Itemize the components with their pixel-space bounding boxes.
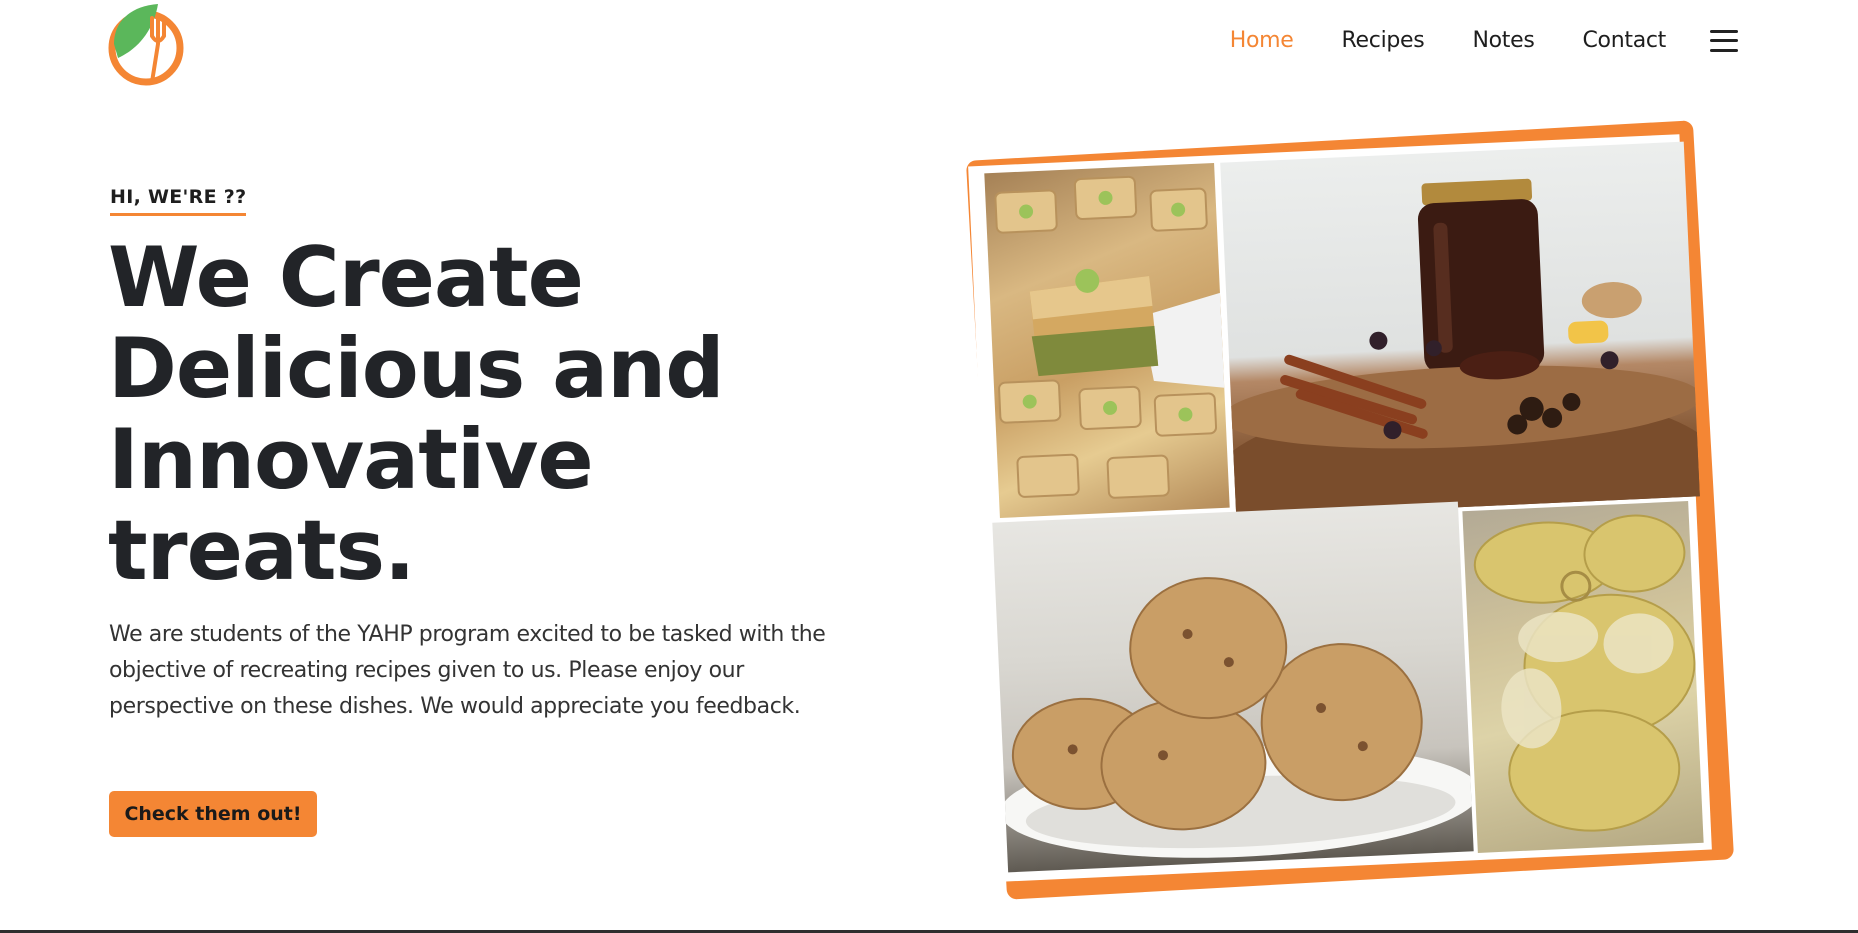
hero-eyebrow: HI, WE'RE ?? [110, 186, 247, 216]
nav-recipes[interactable]: Recipes [1342, 28, 1425, 53]
hero-title-line: Delicious and [108, 320, 725, 417]
leaf-fork-logo-icon[interactable] [100, 0, 188, 88]
hero-description: We are students of the YAHP program exci… [109, 622, 826, 719]
nav-home[interactable]: Home [1230, 28, 1294, 53]
hero-title-line: treats. [108, 502, 416, 599]
hamburger-menu-icon[interactable] [1710, 29, 1738, 52]
hero-title-line: We Create [108, 229, 584, 326]
site-header: Home Recipes Notes Contact [0, 0, 1858, 100]
main-nav: Home Recipes Notes Contact [1182, 28, 1738, 53]
buns-photo [1462, 501, 1704, 853]
baklava-photo [984, 162, 1230, 519]
hero-title-line: Innovative [108, 411, 594, 508]
check-them-out-button[interactable]: Check them out! [109, 791, 317, 837]
cookies-photo [992, 501, 1474, 873]
hero-title: We Create Delicious and Innovative treat… [108, 232, 868, 596]
nav-notes[interactable]: Notes [1472, 28, 1534, 53]
nav-contact[interactable]: Contact [1583, 28, 1667, 53]
jar-and-spices-photo [1220, 141, 1700, 518]
